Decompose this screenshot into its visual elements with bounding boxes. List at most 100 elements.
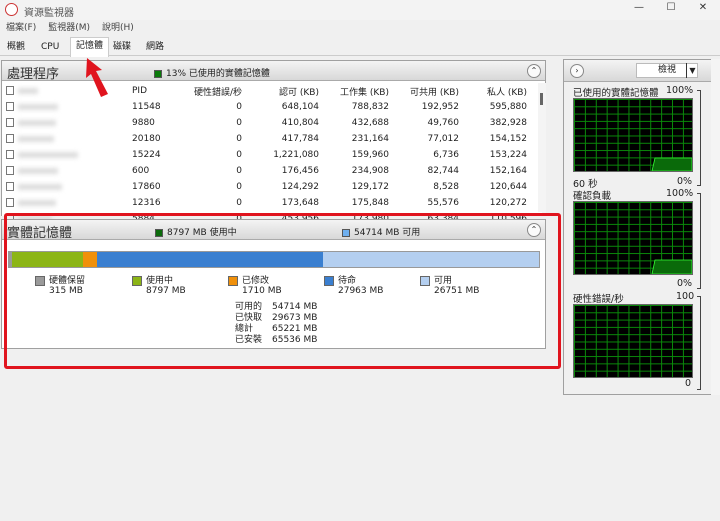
side-scrollbar[interactable] xyxy=(711,59,720,395)
process-name[interactable] xyxy=(4,163,130,179)
column-private[interactable]: 私人 (KB) xyxy=(461,83,529,99)
cell: 6,736 xyxy=(433,150,459,160)
column-hard-faults[interactable]: 硬性錯誤/秒 xyxy=(164,83,244,99)
tab-overview[interactable]: 概觀 xyxy=(2,39,30,56)
graph1-min: 0% xyxy=(677,176,693,187)
cell: 600 xyxy=(132,166,150,176)
graph2-min: 0% xyxy=(677,278,693,289)
table-row[interactable]: 600 0 176,456 234,908 82,744 152,164 xyxy=(4,163,529,179)
cell: 159,960 xyxy=(351,150,389,160)
checkbox[interactable] xyxy=(6,118,14,127)
table-row[interactable]: 20180 0 417,784 231,164 77,012 154,152 xyxy=(4,131,529,147)
cell: 124,292 xyxy=(281,182,319,192)
process-name[interactable] xyxy=(4,195,130,211)
column-working-set[interactable]: 工作集 (KB) xyxy=(321,83,391,99)
cell: 175,848 xyxy=(351,198,389,208)
graph3-title: 硬性錯誤/秒 xyxy=(573,294,624,305)
checkbox[interactable] xyxy=(6,182,14,191)
cell: 120,272 xyxy=(489,198,527,208)
minimize-button[interactable]: — xyxy=(624,2,654,18)
cell: 192,952 xyxy=(421,102,459,112)
cell: 234,908 xyxy=(351,166,389,176)
cell: 231,164 xyxy=(351,134,389,144)
table-row[interactable]: 9880 0 410,804 432,688 49,760 382,928 xyxy=(4,115,529,131)
cell: 17860 xyxy=(132,182,161,192)
cell: 129,172 xyxy=(351,182,389,192)
checkbox[interactable] xyxy=(6,198,14,207)
menu-bar: 檔案(F) 監視器(M) 說明(H) xyxy=(0,20,720,37)
process-name[interactable] xyxy=(4,179,130,195)
dropdown-arrow-icon[interactable]: ▼ xyxy=(686,63,698,78)
cell: 8,528 xyxy=(433,182,459,192)
green-square-icon xyxy=(154,69,162,78)
cell: 152,164 xyxy=(489,166,527,176)
view-label: 檢視 xyxy=(657,65,676,75)
column-pid[interactable]: PID xyxy=(130,83,164,99)
cell: 20180 xyxy=(132,134,161,144)
menu-monitor[interactable]: 監視器(M) xyxy=(48,23,90,33)
cell: 153,224 xyxy=(489,150,527,160)
graph2-title: 確認負載 xyxy=(573,191,612,202)
scrollbar[interactable] xyxy=(538,83,546,215)
processes-title: 處理程序 xyxy=(7,67,60,82)
menu-help[interactable]: 說明(H) xyxy=(102,23,134,33)
cell: 0 xyxy=(236,118,242,128)
cell: 0 xyxy=(236,134,242,144)
checkbox[interactable] xyxy=(6,102,14,111)
collapse-icon[interactable]: ⌃ xyxy=(527,64,541,78)
hard-faults-graph xyxy=(573,304,693,378)
table-row[interactable]: 11548 0 648,104 788,832 192,952 595,880 xyxy=(4,99,529,115)
column-commit[interactable]: 認可 (KB) xyxy=(244,83,321,99)
checkbox[interactable] xyxy=(6,134,14,143)
table-row[interactable]: 12316 0 173,648 175,848 55,576 120,272 xyxy=(4,195,529,211)
cell: 176,456 xyxy=(281,166,319,176)
cell: 77,012 xyxy=(427,134,460,144)
cell: 432,688 xyxy=(351,118,389,128)
column-shareable[interactable]: 可共用 (KB) xyxy=(391,83,461,99)
expand-icon[interactable]: › xyxy=(570,64,584,78)
cell: 154,152 xyxy=(489,134,527,144)
process-name[interactable] xyxy=(4,99,130,115)
cell: 0 xyxy=(236,102,242,112)
tab-memory[interactable]: 記憶體 xyxy=(70,37,110,57)
table-row[interactable]: 15224 0 1,221,080 159,960 6,736 153,224 xyxy=(4,147,529,163)
cell: 410,804 xyxy=(281,118,319,128)
graph2-max: 100% xyxy=(666,188,694,199)
cell: 0 xyxy=(236,198,242,208)
cell: 595,880 xyxy=(489,102,527,112)
tab-disk[interactable]: 磁碟 xyxy=(108,39,136,56)
cell: 1,221,080 xyxy=(273,150,319,160)
maximize-button[interactable]: ☐ xyxy=(656,2,686,18)
app-icon xyxy=(5,3,18,16)
highlight-box xyxy=(4,213,561,369)
physical-memory-graph xyxy=(573,98,693,172)
tab-network[interactable]: 網路 xyxy=(141,39,169,56)
cell: 173,648 xyxy=(281,198,319,208)
cell: 382,928 xyxy=(489,118,527,128)
cell: 120,644 xyxy=(489,182,527,192)
cell: 648,104 xyxy=(281,102,319,112)
cell: 15224 xyxy=(132,150,161,160)
cell: 417,784 xyxy=(281,134,319,144)
menu-file[interactable]: 檔案(F) xyxy=(6,23,36,33)
graph3-min: 0 xyxy=(685,378,692,389)
commit-charge-graph xyxy=(573,201,693,275)
cell: 49,760 xyxy=(427,118,460,128)
title-bar: 資源監視器 — ☐ ✕ xyxy=(0,0,720,20)
process-name[interactable] xyxy=(4,131,130,147)
tab-cpu[interactable]: CPU xyxy=(36,39,64,56)
cell: 788,832 xyxy=(351,102,389,112)
close-button[interactable]: ✕ xyxy=(688,2,718,18)
graph1-title: 已使用的實體記憶體 xyxy=(573,88,659,99)
table-row[interactable]: 17860 0 124,292 129,172 8,528 120,644 xyxy=(4,179,529,195)
checkbox[interactable] xyxy=(6,166,14,175)
cell: 82,744 xyxy=(427,166,460,176)
cell: 9880 xyxy=(132,118,155,128)
process-name[interactable] xyxy=(4,115,130,131)
checkbox[interactable] xyxy=(6,150,14,159)
red-arrow-icon xyxy=(86,58,108,97)
cell: 55,576 xyxy=(427,198,460,208)
cell: 11548 xyxy=(132,102,161,112)
process-name[interactable] xyxy=(4,147,130,163)
cell: 0 xyxy=(236,166,242,176)
